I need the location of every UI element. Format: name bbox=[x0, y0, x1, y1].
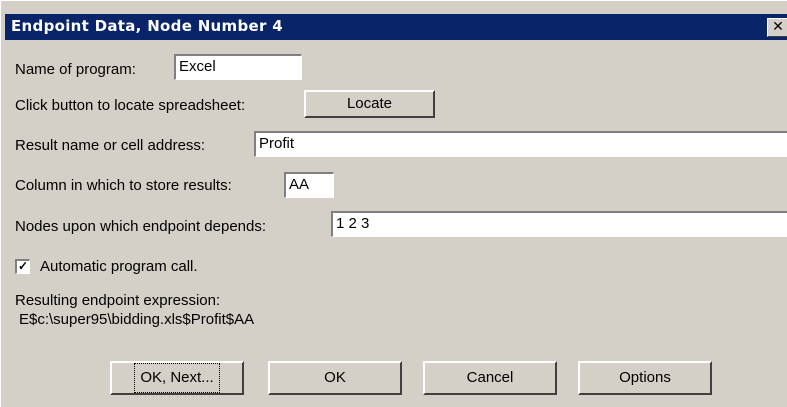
result-name-input[interactable]: Profit bbox=[254, 131, 787, 157]
locate-button[interactable]: Locate bbox=[304, 90, 435, 118]
program-name-input[interactable]: Excel bbox=[174, 54, 302, 80]
ok-next-button[interactable]: OK, Next... bbox=[110, 361, 244, 395]
close-icon[interactable]: ✕ bbox=[767, 18, 787, 37]
ok-button-label: OK bbox=[324, 369, 346, 386]
expression-label: Resulting endpoint expression: bbox=[15, 292, 221, 309]
ok-button[interactable]: OK bbox=[268, 361, 402, 395]
auto-call-label: Automatic program call. bbox=[40, 258, 198, 275]
locate-spreadsheet-label: Click button to locate spreadsheet: bbox=[15, 97, 246, 114]
nodes-label: Nodes upon which endpoint depends: bbox=[15, 218, 267, 235]
ok-next-button-label: OK, Next... bbox=[134, 363, 220, 393]
locate-button-label: Locate bbox=[346, 95, 393, 112]
endpoint-data-dialog: Endpoint Data, Node Number 4 ✕ Name of p… bbox=[0, 0, 787, 407]
expression-value: E$c:\super95\bidding.xls$Profit$AA bbox=[19, 311, 255, 328]
auto-call-checkbox[interactable]: ✓ bbox=[15, 259, 30, 274]
result-name-label: Result name or cell address: bbox=[15, 137, 206, 154]
options-button-label: Options bbox=[619, 369, 671, 386]
nodes-input[interactable]: 1 2 3 bbox=[331, 211, 787, 237]
window-title: Endpoint Data, Node Number 4 bbox=[11, 17, 283, 35]
program-name-label: Name of program: bbox=[15, 61, 136, 78]
column-input[interactable]: AA bbox=[284, 172, 334, 198]
title-bar[interactable]: Endpoint Data, Node Number 4 ✕ bbox=[5, 14, 787, 40]
options-button[interactable]: Options bbox=[578, 361, 712, 395]
cancel-button-label: Cancel bbox=[466, 369, 514, 386]
cancel-button[interactable]: Cancel bbox=[423, 361, 557, 395]
column-label: Column in which to store results: bbox=[15, 177, 232, 194]
